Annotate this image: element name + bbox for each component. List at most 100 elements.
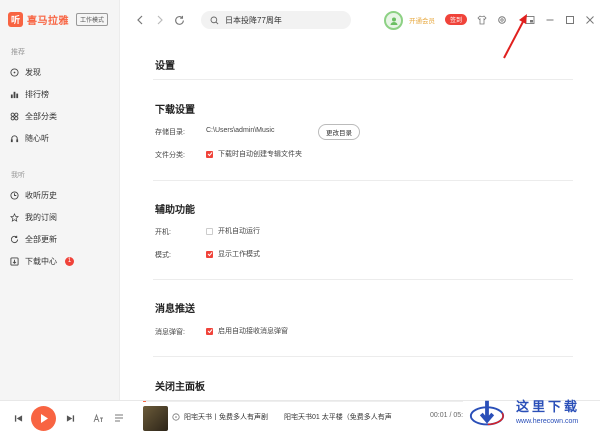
clock-icon bbox=[10, 190, 19, 200]
minimize-icon bbox=[546, 19, 554, 21]
refresh-icon bbox=[174, 15, 184, 25]
prev-button[interactable] bbox=[12, 412, 24, 424]
progress-fill bbox=[143, 401, 147, 402]
download-count-badge: 1 bbox=[65, 256, 74, 266]
sidebar-item-label: 发现 bbox=[25, 67, 41, 77]
storage-dir-value: C:\Users\admin\Music bbox=[206, 127, 275, 134]
app-name: 喜马拉雅 bbox=[27, 16, 69, 27]
sidebar: 听 喜马拉雅 工作模式 推荐 发现 排行榜 全部分类 随心听 我听 收听历史 我… bbox=[0, 0, 120, 400]
skin-button[interactable] bbox=[476, 14, 488, 26]
file-category-label: 文件分类: bbox=[155, 152, 185, 159]
sidebar-item-label: 全部更新 bbox=[25, 234, 57, 244]
auto-start-checkbox[interactable]: 开机自动运行 bbox=[206, 226, 260, 236]
assist-heading: 辅助功能 bbox=[155, 205, 195, 216]
search-box[interactable] bbox=[201, 11, 351, 29]
sidebar-item-label: 排行榜 bbox=[25, 89, 49, 99]
work-mode-checkbox[interactable]: 显示工作模式 bbox=[206, 249, 260, 259]
back-button[interactable] bbox=[134, 14, 146, 26]
avatar[interactable] bbox=[384, 11, 403, 30]
vip-link[interactable]: 开通会员 bbox=[409, 15, 435, 25]
message-popup-checkbox[interactable]: 启用自动接收消息弹窗 bbox=[206, 326, 288, 336]
sidebar-item-categories[interactable]: 全部分类 bbox=[10, 109, 57, 123]
maximize-icon bbox=[566, 16, 574, 24]
play-icon bbox=[40, 414, 48, 423]
divider bbox=[153, 180, 573, 181]
download-icon bbox=[10, 256, 19, 266]
sidebar-item-discover[interactable]: 发现 bbox=[10, 65, 41, 79]
checkbox-label: 显示工作模式 bbox=[218, 251, 260, 258]
sidebar-item-label: 收听历史 bbox=[25, 190, 57, 200]
chevron-right-icon bbox=[157, 15, 163, 25]
checkbox-unchecked-icon bbox=[206, 227, 213, 235]
checkbox-checked-icon bbox=[206, 250, 213, 258]
watermark-url: www.herecown.com bbox=[516, 418, 579, 425]
download-site-logo-icon bbox=[469, 400, 505, 425]
grid-icon bbox=[10, 112, 19, 121]
storage-dir-label: 存储目录: bbox=[155, 129, 185, 136]
speed-button[interactable] bbox=[92, 412, 104, 424]
popup-label: 消息弹窗: bbox=[155, 329, 185, 336]
minimize-button[interactable] bbox=[544, 14, 556, 26]
play-button[interactable] bbox=[31, 406, 56, 431]
section-title-recommend: 推荐 bbox=[11, 49, 25, 56]
startup-label: 开机: bbox=[155, 229, 171, 236]
track-info[interactable]: 阳宅天书丨免费多人有声剧 阳宅天书01 太平楼（免费多人有声 bbox=[172, 412, 392, 422]
site-watermark: 这里下载 www.herecown.com bbox=[468, 392, 600, 435]
sidebar-item-label: 下载中心 bbox=[25, 256, 57, 266]
progress-bar[interactable] bbox=[143, 401, 463, 402]
app-logo[interactable]: 听 喜马拉雅 工作模式 bbox=[8, 12, 109, 27]
playlist-icon bbox=[115, 414, 123, 422]
album-icon bbox=[172, 413, 180, 421]
sidebar-item-subscriptions[interactable]: 我的订阅 bbox=[10, 210, 57, 224]
close-panel-heading: 关闭主面板 bbox=[155, 382, 205, 393]
checkbox-label: 下载时自动创建专辑文件夹 bbox=[218, 151, 302, 158]
sidebar-item-downloads[interactable]: 下载中心 1 bbox=[10, 254, 74, 268]
sidebar-item-history[interactable]: 收听历史 bbox=[10, 188, 57, 202]
forward-button[interactable] bbox=[154, 14, 166, 26]
playlist-button[interactable] bbox=[113, 412, 125, 424]
close-button[interactable] bbox=[584, 14, 596, 26]
download-settings-heading: 下载设置 bbox=[155, 105, 195, 116]
chart-icon bbox=[10, 90, 19, 99]
sidebar-item-random[interactable]: 随心听 bbox=[10, 131, 49, 145]
compass-icon bbox=[10, 67, 19, 77]
play-time: 00:01 / 05: bbox=[430, 412, 464, 419]
divider bbox=[153, 79, 573, 80]
watermark-title: 这里下载 bbox=[516, 400, 581, 415]
user-icon bbox=[390, 17, 397, 25]
previous-icon bbox=[14, 414, 22, 422]
checkbox-label: 开机自动运行 bbox=[218, 228, 260, 235]
next-icon bbox=[66, 414, 74, 422]
checkbox-label: 启用自动接收消息弹窗 bbox=[218, 328, 288, 335]
section-title-mine: 我听 bbox=[11, 172, 25, 179]
headphone-icon bbox=[10, 134, 19, 143]
logo-mark: 听 bbox=[8, 12, 23, 27]
sign-in-button[interactable]: 签到 bbox=[445, 14, 468, 25]
page-title: 设置 bbox=[155, 61, 175, 72]
search-icon bbox=[210, 16, 219, 24]
sidebar-item-updates[interactable]: 全部更新 bbox=[10, 232, 57, 246]
search-input[interactable] bbox=[225, 15, 345, 25]
push-heading: 消息推送 bbox=[155, 304, 195, 315]
sidebar-item-label: 全部分类 bbox=[25, 111, 57, 121]
divider bbox=[153, 356, 573, 357]
next-button[interactable] bbox=[64, 412, 76, 424]
refresh-button[interactable] bbox=[173, 14, 185, 26]
divider bbox=[153, 279, 573, 280]
close-icon bbox=[586, 16, 594, 24]
album-title: 阳宅天书丨免费多人有声剧 bbox=[184, 414, 268, 421]
auto-album-folder-checkbox[interactable]: 下载时自动创建专辑文件夹 bbox=[206, 149, 302, 159]
settings-panel: 设置 下载设置 存储目录: C:\Users\admin\Music 更改目录 … bbox=[153, 42, 573, 400]
change-dir-button[interactable]: 更改目录 bbox=[318, 124, 360, 140]
maximize-button[interactable] bbox=[564, 14, 576, 26]
checkbox-checked-icon bbox=[206, 327, 213, 335]
checkbox-checked-icon bbox=[206, 150, 213, 158]
work-mode-badge[interactable]: 工作模式 bbox=[76, 13, 109, 26]
album-cover[interactable] bbox=[143, 406, 168, 431]
sidebar-item-ranking[interactable]: 排行榜 bbox=[10, 87, 49, 101]
sidebar-item-label: 随心听 bbox=[25, 133, 49, 143]
font-size-icon bbox=[93, 413, 103, 423]
sidebar-item-label: 我的订阅 bbox=[25, 212, 57, 222]
chevron-left-icon bbox=[137, 15, 143, 25]
star-icon bbox=[10, 212, 19, 222]
